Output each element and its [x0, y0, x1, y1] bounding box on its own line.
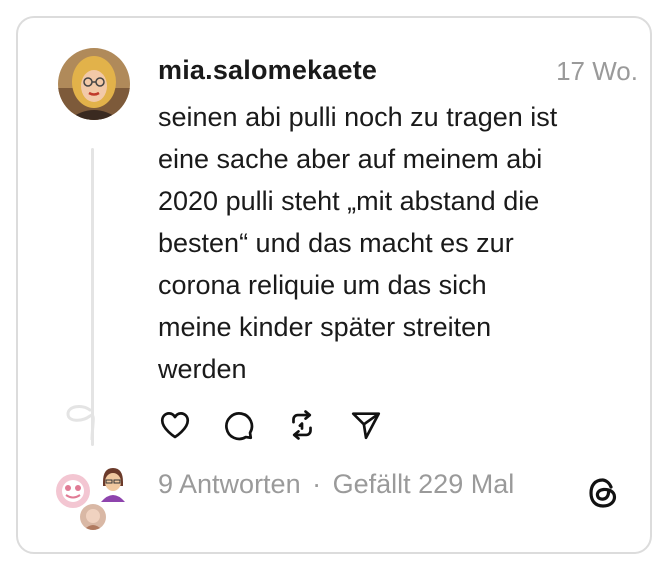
- post-stats: 9 Antworten · Gefällt 229 Mal: [158, 469, 514, 500]
- reply-avatar-3[interactable]: [80, 504, 106, 530]
- comment-icon[interactable]: [221, 408, 257, 444]
- post-text: seinen abi pulli noch zu tragen ist eine…: [158, 102, 558, 384]
- thread-loop-icon: [66, 405, 95, 440]
- post-timestamp[interactable]: 17 Wo.: [556, 56, 638, 87]
- username[interactable]: mia.salomekaete: [158, 55, 377, 86]
- send-icon[interactable]: [349, 408, 385, 444]
- threads-logo-icon[interactable]: [584, 474, 622, 512]
- stats-separator: ·: [312, 469, 322, 499]
- heart-icon[interactable]: [158, 408, 194, 444]
- repost-icon[interactable]: [285, 408, 321, 444]
- reply-avatar-2[interactable]: [96, 464, 130, 502]
- replies-count[interactable]: 9 Antworten: [158, 469, 301, 499]
- author-avatar[interactable]: [58, 48, 130, 120]
- likes-count[interactable]: Gefällt 229 Mal: [333, 469, 515, 499]
- reply-avatar-1[interactable]: [56, 474, 90, 508]
